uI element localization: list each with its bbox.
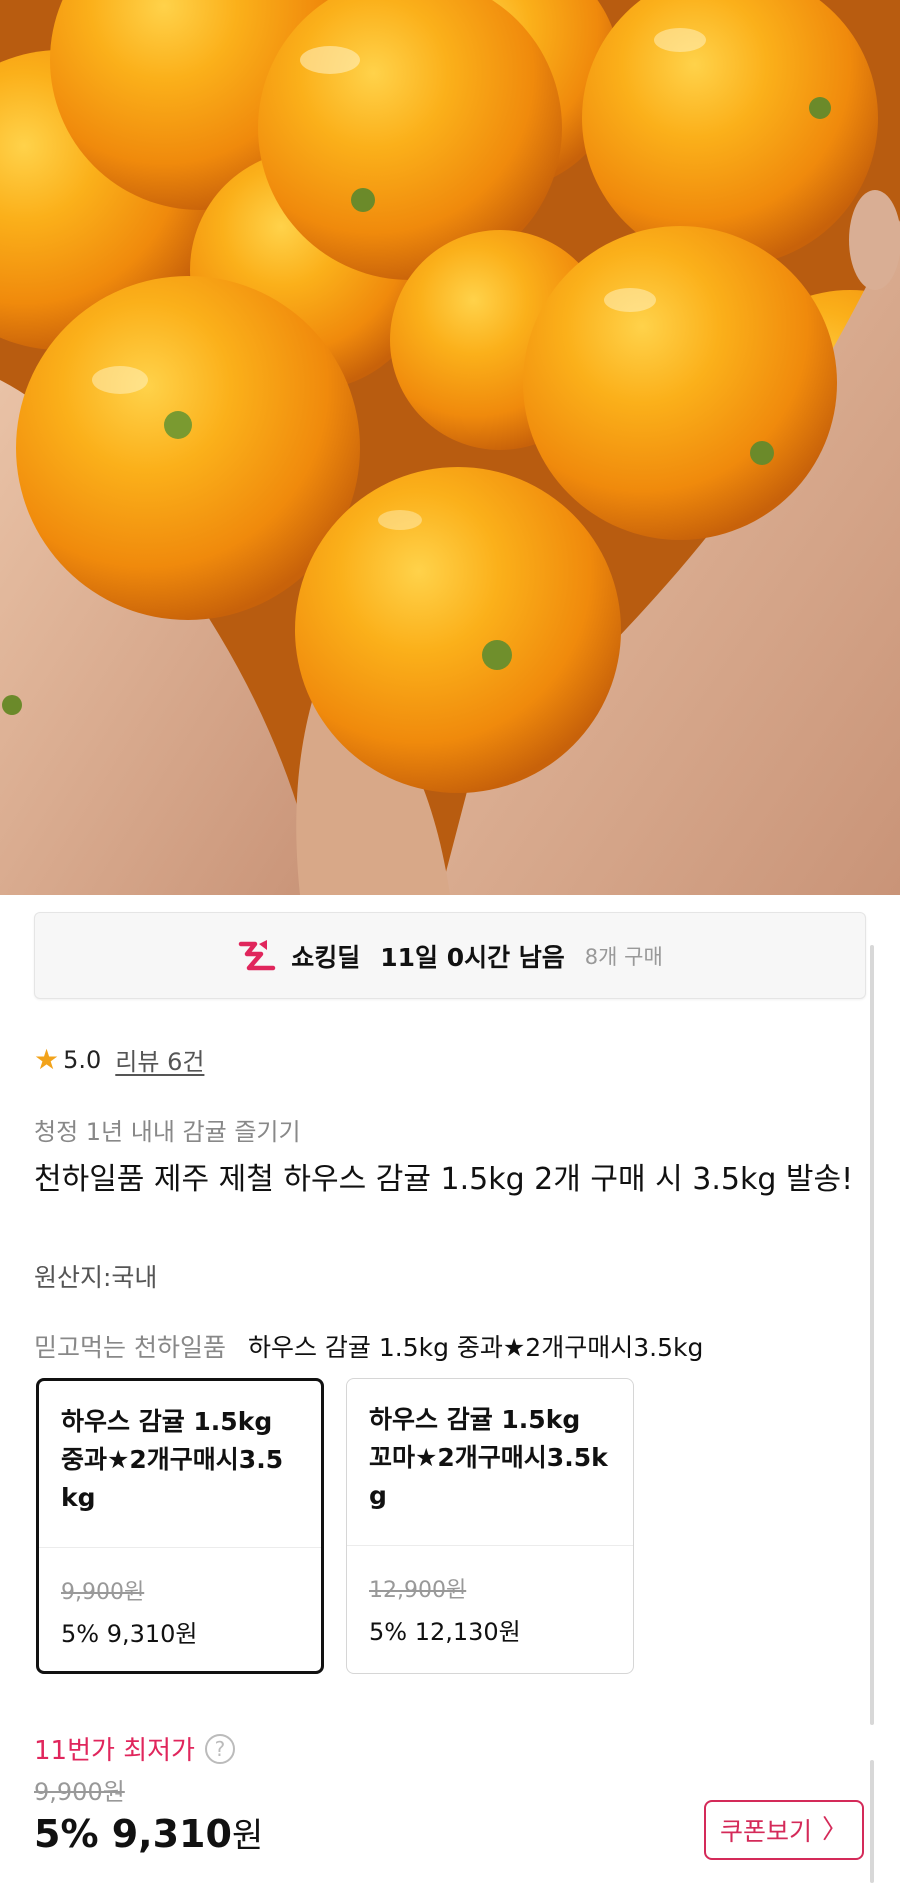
- lowest-price-label-row: 11번가 최저가 ?: [34, 1730, 235, 1767]
- option-card-original-price: 9,900원: [61, 1580, 145, 1605]
- deal-label: 쇼킹딜: [291, 942, 361, 972]
- shocking-deal-logo-icon: [238, 939, 276, 970]
- view-coupon-button[interactable]: 쿠폰보기 〉: [704, 1800, 864, 1860]
- shocking-deal-banner[interactable]: 쇼킹딜 11일 0시간 남음 8개 구매: [34, 912, 866, 999]
- star-icon: ★: [34, 1042, 60, 1076]
- lowest-price-label: 11번가 최저가: [34, 1736, 195, 1766]
- option-card[interactable]: 하우스 감귤 1.5kg 꼬마★2개구매시3.5kg 12,900원 5% 12…: [346, 1378, 634, 1674]
- deal-purchase-count: 8개 구매: [584, 944, 663, 969]
- final-original-price: 9,900원: [34, 1778, 125, 1806]
- review-count-link[interactable]: 리뷰 6건: [115, 1042, 204, 1077]
- product-subtitle: 청정 1년 내내 감귤 즐기기: [34, 1118, 301, 1146]
- rating-summary: ★ 5.0 리뷰 6건: [34, 1042, 204, 1077]
- coupon-button-label: 쿠폰보기: [719, 1817, 812, 1846]
- final-discounted-price: 5% 9,310원: [34, 1808, 263, 1857]
- option-card-discounted-price: 5% 12,130원: [369, 1618, 521, 1646]
- scrollbar[interactable]: [870, 945, 874, 1725]
- chevron-right-icon: 〉: [822, 1815, 849, 1845]
- selected-option-name: 하우스 감귤 1.5kg 중과★2개구매시3.5kg: [247, 1333, 704, 1362]
- option-card-name: 하우스 감귤 1.5kg 중과★2개구매시3.5kg: [61, 1407, 284, 1512]
- product-title: 천하일품 제주 제철 하우스 감귤 1.5kg 2개 구매 시 3.5kg 발송…: [34, 1162, 854, 1197]
- seller-name: 믿고먹는 천하일품: [34, 1333, 226, 1362]
- deal-remaining-time: 11일 0시간 남음: [380, 942, 565, 972]
- question-icon[interactable]: ?: [204, 1733, 235, 1764]
- option-card-name: 하우스 감귤 1.5kg 꼬마★2개구매시3.5kg: [369, 1405, 608, 1510]
- option-header: 믿고먹는 천하일품 하우스 감귤 1.5kg 중과★2개구매시3.5kg: [34, 1328, 703, 1364]
- rating-score: 5.0: [63, 1045, 102, 1074]
- final-price-amount: 5% 9,310: [34, 1812, 232, 1856]
- final-price-currency: 원: [231, 1816, 264, 1856]
- option-card-selected[interactable]: 하우스 감귤 1.5kg 중과★2개구매시3.5kg 9,900원 5% 9,3…: [36, 1378, 324, 1674]
- product-origin: 원산지:국내: [34, 1263, 158, 1292]
- tangerines-photo: [0, 0, 900, 895]
- option-card-discounted-price: 5% 9,310원: [61, 1620, 198, 1648]
- scrollbar-lower[interactable]: [870, 1760, 874, 1883]
- product-hero-image: [0, 0, 900, 895]
- option-card-original-price: 12,900원: [369, 1578, 467, 1603]
